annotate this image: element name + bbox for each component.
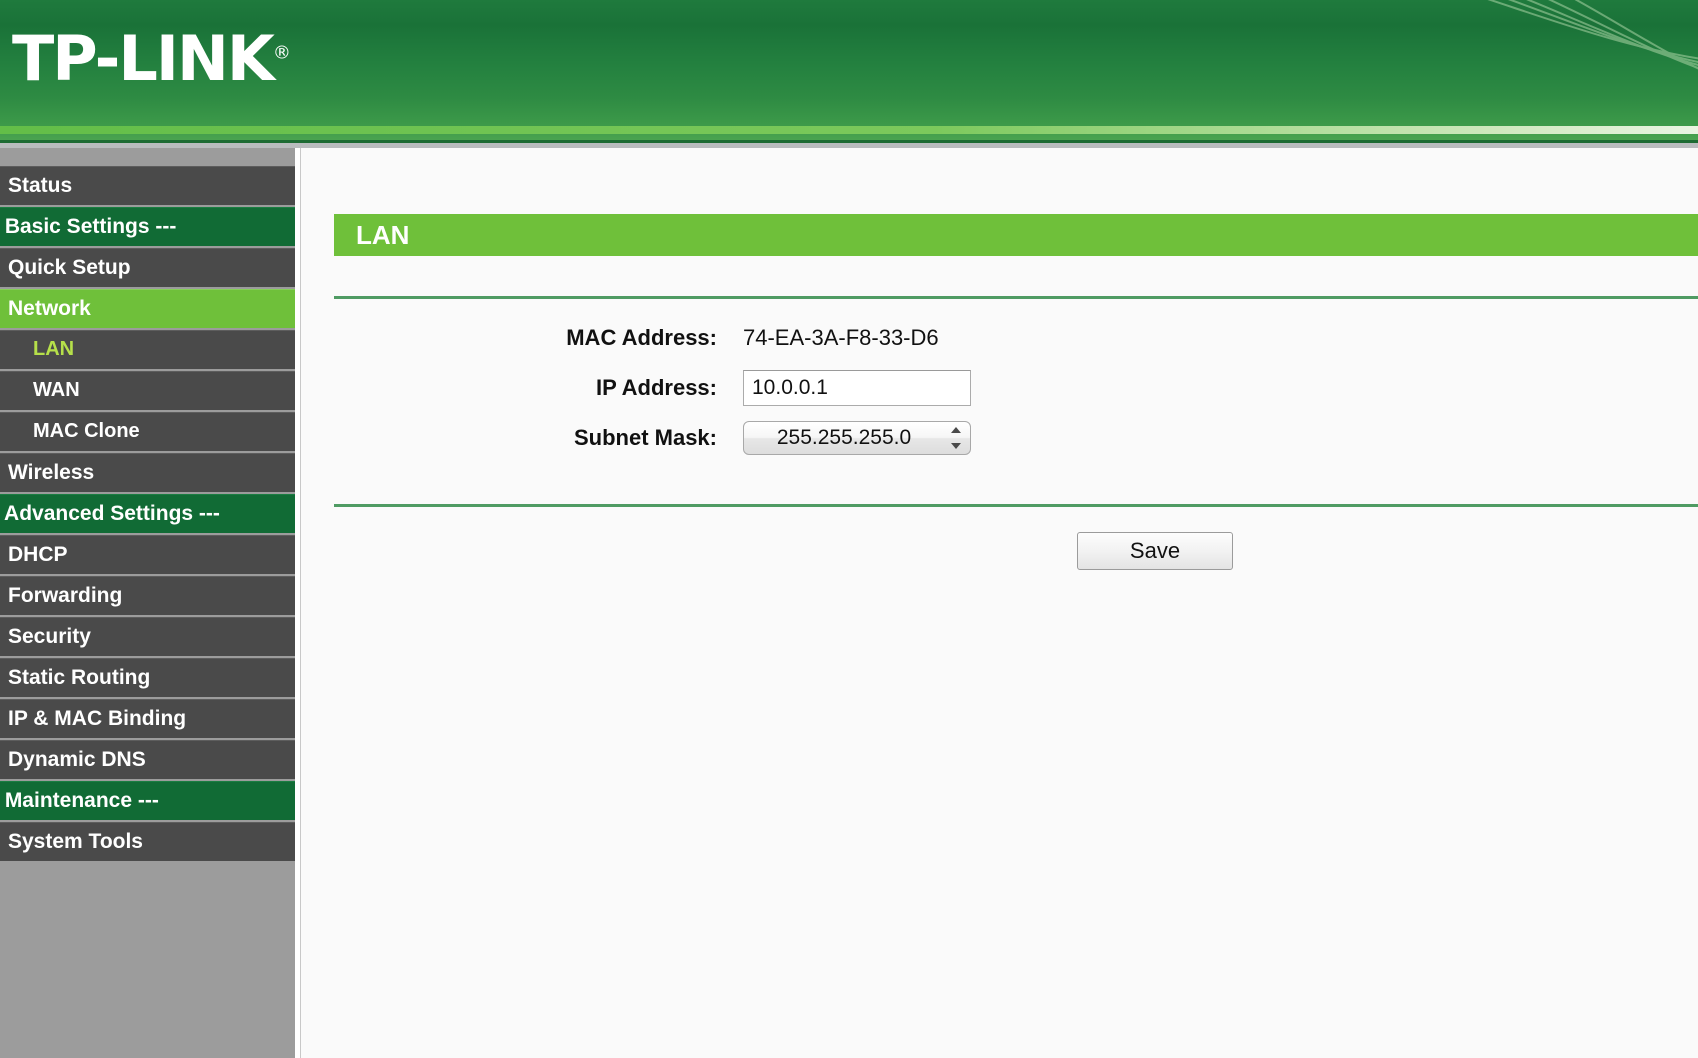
chevron-up-icon [951,427,961,433]
sidebar-item-label: Wireless [8,461,95,484]
sidebar-item-wireless[interactable]: Wireless [0,453,295,492]
mac-address-label: MAC Address: [566,325,717,350]
sidebar-item-label: Security [8,625,91,648]
mac-address-row: MAC Address: 74-EA-3A-F8-33-D6 [301,318,1001,358]
chevron-down-icon [951,443,961,449]
sidebar-item-label: Network [8,297,91,320]
sidebar-section-label: --- Maintenance --- [0,789,159,812]
sidebar-section-basic-settings: --- Basic Settings --- [0,207,295,246]
sidebar-filler [0,863,295,1003]
main-content: LAN MAC Address: 74-EA-3A-F8-33-D6 IP Ad… [300,148,1698,1058]
logo-text: TP-LINK [12,22,275,95]
stepper-arrows-icon [950,427,962,449]
sidebar-item-ip-mac-binding[interactable]: IP & MAC Binding [0,699,295,738]
sidebar-item-forwarding[interactable]: Forwarding [0,576,295,615]
sidebar-item-label: Static Routing [8,666,151,689]
subnet-mask-row: Subnet Mask: 255.255.255.0 [301,418,1001,458]
page-header: TP-LINK® [0,0,1698,140]
header-accent-band [0,126,1698,134]
sidebar-item-label: Status [8,174,73,197]
sidebar-item-label: DHCP [8,543,68,566]
sidebar-item-static-routing[interactable]: Static Routing [0,658,295,697]
sidebar-item-dynamic-dns[interactable]: Dynamic DNS [0,740,295,779]
sidebar-navigation: Status --- Basic Settings --- Quick Setu… [0,148,295,1058]
sidebar-section-advanced-settings: --- Advanced Settings --- [0,494,295,533]
sidebar-item-dhcp[interactable]: DHCP [0,535,295,574]
content-divider-bottom [334,504,1698,507]
sidebar-item-label: MAC Clone [33,420,140,442]
mac-address-value: 74-EA-3A-F8-33-D6 [743,325,939,350]
sidebar-item-label: LAN [33,338,75,360]
sidebar-item-label: Quick Setup [8,256,131,279]
sidebar-item-system-tools[interactable]: System Tools [0,822,295,861]
sidebar-item-security[interactable]: Security [0,617,295,656]
sidebar-item-network[interactable]: Network [0,289,295,328]
tplink-logo: TP-LINK® [12,28,291,90]
sidebar-item-label: WAN [33,379,80,401]
sidebar-section-label: --- Basic Settings --- [0,215,177,238]
sidebar-item-lan[interactable]: LAN [0,330,295,369]
save-button[interactable]: Save [1077,532,1233,570]
page-title: LAN [334,214,1698,256]
sidebar-item-status[interactable]: Status [0,166,295,205]
ip-address-label: IP Address: [595,375,717,400]
ip-address-input[interactable] [743,370,971,406]
subnet-mask-value: 255.255.255.0 [743,421,971,455]
sidebar-item-wan[interactable]: WAN [0,371,295,410]
header-swoosh-decoration [1487,0,1698,70]
content-divider-top [334,296,1698,299]
sidebar-item-label: Forwarding [8,584,123,607]
subnet-mask-label: Subnet Mask: [573,425,717,450]
ip-address-row: IP Address: [301,368,1001,408]
sidebar-section-label: --- Advanced Settings --- [0,502,220,525]
sidebar-item-mac-clone[interactable]: MAC Clone [0,412,295,451]
sidebar-section-maintenance: --- Maintenance --- [0,781,295,820]
sidebar-item-label: IP & MAC Binding [8,707,187,730]
sidebar-item-label: System Tools [8,830,143,853]
registered-trademark-icon: ® [272,42,291,64]
subnet-mask-select[interactable]: 255.255.255.0 [743,421,971,455]
sidebar-item-label: Dynamic DNS [8,748,146,771]
page-body: Status --- Basic Settings --- Quick Setu… [0,148,1698,1058]
sidebar-item-quick-setup[interactable]: Quick Setup [0,248,295,287]
